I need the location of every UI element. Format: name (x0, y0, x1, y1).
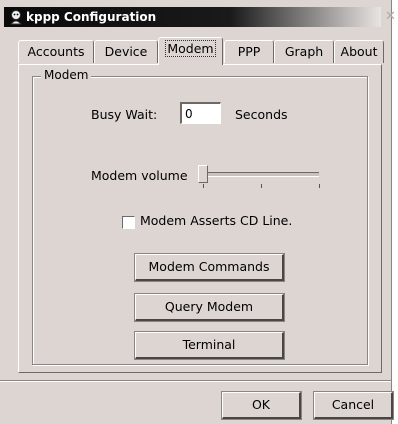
tab-ppp[interactable]: PPP (224, 40, 274, 63)
slider-tick (261, 184, 262, 188)
slider-tick (203, 184, 204, 188)
title-bar[interactable]: kppp Configuration (4, 7, 381, 27)
busy-wait-input[interactable]: 0 (180, 102, 221, 124)
terminal-button[interactable]: Terminal (135, 332, 284, 359)
group-title: Modem (41, 68, 92, 82)
volume-slider-track[interactable] (203, 172, 319, 177)
tab-about[interactable]: About (334, 40, 384, 63)
ok-button[interactable]: OK (222, 392, 301, 419)
tab-accounts[interactable]: Accounts (18, 40, 94, 63)
modem-groupbox: Modem Busy Wait: 0 Seconds Modem volume … (32, 68, 368, 365)
query-modem-button[interactable]: Query Modem (135, 294, 284, 321)
volume-slider-handle[interactable] (198, 165, 208, 183)
tab-graph[interactable]: Graph (274, 40, 334, 63)
busy-wait-label: Busy Wait: (91, 107, 158, 122)
window-title: kppp Configuration (26, 10, 157, 24)
config-window: kppp Configuration ✕ Accounts Device Mod… (0, 0, 396, 424)
cd-line-label[interactable]: Modem Asserts CD Line. (140, 213, 292, 228)
modem-volume-label: Modem volume (91, 168, 188, 183)
cancel-button[interactable]: Cancel (314, 392, 393, 419)
seconds-label: Seconds (235, 107, 288, 122)
cd-line-checkbox[interactable] (122, 216, 135, 229)
tab-modem[interactable]: Modem (158, 37, 223, 65)
modem-commands-button[interactable]: Modem Commands (135, 254, 284, 281)
modem-tab-page: Modem Busy Wait: 0 Seconds Modem volume … (18, 64, 382, 373)
bottom-separator (0, 380, 391, 382)
close-icon[interactable]: ✕ (385, 10, 397, 24)
kppp-app-icon (9, 10, 23, 25)
slider-tick (319, 184, 320, 188)
tab-device[interactable]: Device (94, 40, 158, 63)
